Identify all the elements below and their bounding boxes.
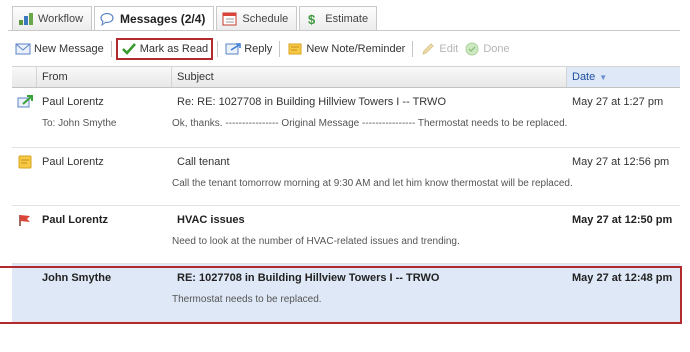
reply-arrow-icon xyxy=(12,95,37,109)
row-date: May 27 at 1:27 pm xyxy=(572,96,664,108)
tab-divider xyxy=(8,30,680,31)
tab-workflow[interactable]: Workflow xyxy=(12,6,93,30)
new-message-label: New Message xyxy=(34,43,104,55)
row-from: John Smythe xyxy=(42,272,112,284)
workflow-icon xyxy=(18,12,34,26)
row-from: Paul Lorentz xyxy=(42,156,104,168)
subject-header-label: Subject xyxy=(177,71,214,83)
dollar-icon: $ xyxy=(305,12,321,27)
reply-label: Reply xyxy=(244,43,273,55)
toolbar-separator xyxy=(217,41,219,57)
tab-label: Workflow xyxy=(38,12,84,25)
row-from: Paul Lorentz xyxy=(42,96,104,108)
row-preview: Ok, thanks. ---------------- Original Me… xyxy=(172,118,568,129)
row-subject: RE: 1027708 in Building Hillview Towers … xyxy=(177,272,440,284)
svg-text:$: $ xyxy=(308,12,316,26)
tab-bar: Workflow Messages (2/4) Schedule $ Estim… xyxy=(12,6,379,31)
tab-label: Schedule xyxy=(242,12,289,25)
reply-icon xyxy=(225,42,241,56)
flag-icon xyxy=(12,213,37,227)
toolbar-separator xyxy=(279,41,281,57)
date-header-label: Date xyxy=(572,71,596,83)
subject-column-header[interactable]: Subject xyxy=(172,67,567,87)
row-from: Paul Lorentz xyxy=(42,214,109,226)
mark-as-read-label: Mark as Read xyxy=(139,43,209,55)
row-preview: Call the tenant tomorrow morning at 9:30… xyxy=(172,178,573,189)
row-date: May 27 at 12:56 pm xyxy=(572,156,670,168)
sort-descending-icon: ▼ xyxy=(599,72,608,82)
table-row[interactable]: Paul Lorentz Call tenant May 27 at 12:56… xyxy=(12,148,680,206)
mark-as-read-button[interactable]: Mark as Read xyxy=(115,38,214,60)
row-preview: Need to look at the number of HVAC-relat… xyxy=(172,236,460,247)
checkmark-icon xyxy=(121,42,137,56)
done-button[interactable]: Done xyxy=(461,38,512,60)
note-icon xyxy=(12,155,37,169)
messages-icon xyxy=(100,12,116,27)
new-note-reminder-button[interactable]: New Note/Reminder xyxy=(284,38,408,60)
row-subject: HVAC issues xyxy=(177,214,245,226)
icon-column-header xyxy=(12,67,37,87)
row-date: May 27 at 12:50 pm xyxy=(572,214,673,226)
table-row[interactable]: Paul Lorentz Re: RE: 1027708 in Building… xyxy=(12,88,680,148)
done-check-icon xyxy=(464,42,480,56)
toolbar-separator xyxy=(110,41,112,57)
pencil-icon xyxy=(420,42,436,56)
new-message-button[interactable]: New Message xyxy=(12,38,107,60)
tab-schedule[interactable]: Schedule xyxy=(216,6,298,30)
tab-estimate[interactable]: $ Estimate xyxy=(299,6,378,30)
table-row[interactable]: Paul Lorentz HVAC issues May 27 at 12:50… xyxy=(12,206,680,264)
table-row-selected[interactable]: John Smythe RE: 1027708 in Building Hill… xyxy=(12,264,680,322)
tab-messages[interactable]: Messages (2/4) xyxy=(94,6,215,31)
date-column-header[interactable]: Date ▼ xyxy=(567,67,680,87)
edit-button[interactable]: Edit xyxy=(417,38,461,60)
new-note-label: New Note/Reminder xyxy=(306,43,406,55)
from-header-label: From xyxy=(42,71,68,83)
row-preview: Thermostat needs to be replaced. xyxy=(172,294,322,305)
toolbar-separator xyxy=(412,41,414,57)
note-icon xyxy=(287,42,303,56)
done-label: Done xyxy=(483,43,510,55)
tab-label: Messages (2/4) xyxy=(120,12,206,26)
row-recipient: To: John Smythe xyxy=(42,118,117,129)
edit-label: Edit xyxy=(439,43,459,55)
row-subject: Re: RE: 1027708 in Building Hillview Tow… xyxy=(177,96,446,108)
tab-label: Estimate xyxy=(325,12,369,25)
reply-button[interactable]: Reply xyxy=(222,38,275,60)
envelope-icon xyxy=(15,42,31,56)
grid-header: From Subject Date ▼ xyxy=(12,66,680,88)
message-toolbar: New Message Mark as Read Reply New Note/… xyxy=(12,36,680,62)
calendar-icon xyxy=(222,12,238,26)
row-date: May 27 at 12:48 pm xyxy=(572,272,673,284)
message-grid: From Subject Date ▼ Paul Lorentz Re: RE: … xyxy=(12,66,680,322)
row-subject: Call tenant xyxy=(177,156,230,168)
from-column-header[interactable]: From xyxy=(37,67,172,87)
